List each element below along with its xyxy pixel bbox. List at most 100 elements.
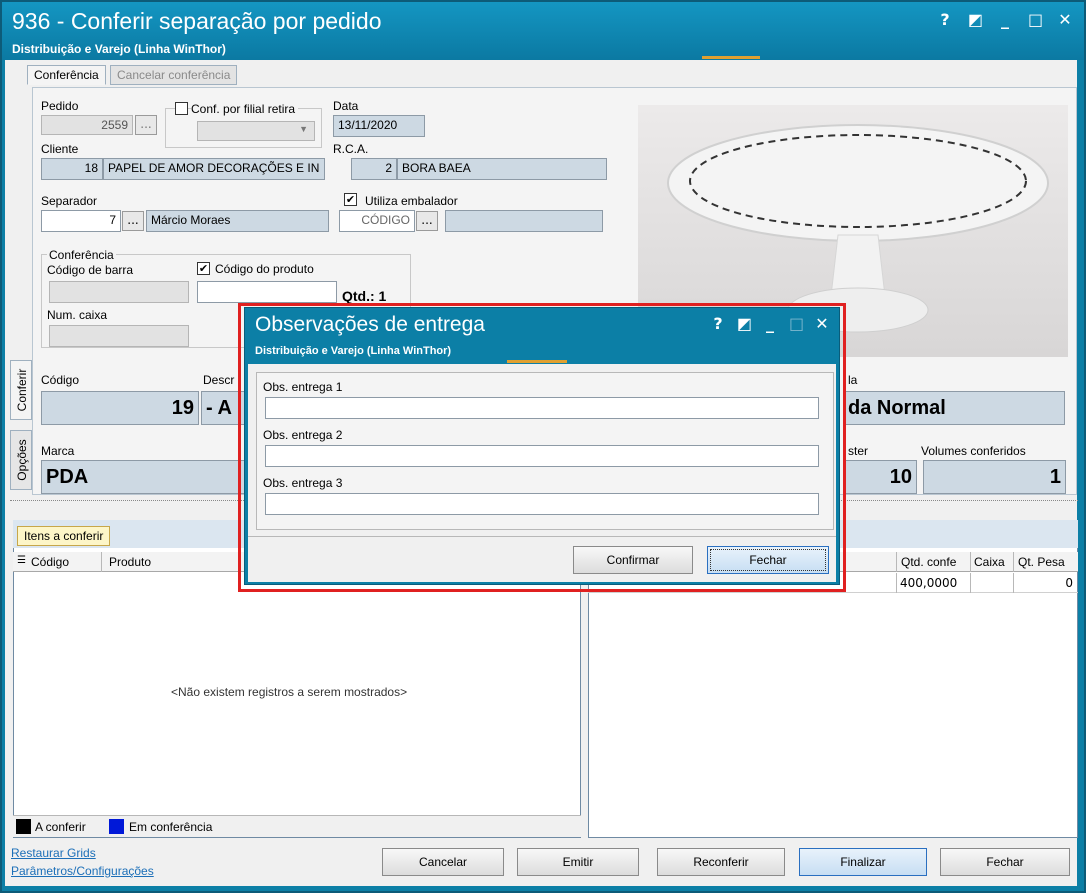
dialog-title: Observações de entrega — [255, 313, 485, 336]
cliente-label: Cliente — [41, 142, 79, 156]
row-qtd-confe: 400,0000 — [900, 576, 958, 590]
obs-2-label: Obs. entrega 2 — [263, 428, 343, 442]
descricao-label: Descr — [203, 373, 235, 387]
window-controls: ? ◩ _ □ ✕ — [938, 10, 1072, 29]
obs-1-label: Obs. entrega 1 — [263, 380, 343, 394]
legend-em-conferencia-label: Em conferência — [129, 820, 213, 834]
pedido-field[interactable]: 2559 — [41, 115, 133, 135]
fechar-button[interactable]: Fechar — [940, 848, 1070, 876]
dialog-accent — [507, 360, 567, 363]
num-caixa-field[interactable] — [49, 325, 189, 347]
utiliza-embalador-checkbox[interactable]: ✔ — [344, 193, 357, 206]
dialog-body: Obs. entrega 1 Obs. entrega 2 Obs. entre… — [248, 364, 836, 582]
separador-name-field[interactable]: Márcio Moraes — [146, 210, 329, 232]
codigo-produto-field[interactable] — [197, 281, 337, 303]
title-accent — [702, 56, 760, 59]
emitir-button[interactable]: Emitir — [517, 848, 639, 876]
obs-3-label: Obs. entrega 3 — [263, 476, 343, 490]
cancelar-button[interactable]: Cancelar — [382, 848, 504, 876]
embalagem-field[interactable]: da Normal — [843, 391, 1065, 425]
separador-code-field[interactable]: 7 — [41, 210, 121, 232]
legend-bar: A conferir Em conferência — [13, 815, 581, 837]
col-codigo[interactable]: Código — [31, 555, 69, 569]
embalador-search-button[interactable]: ... — [416, 211, 438, 231]
dialog-divider — [248, 536, 836, 537]
codigo-produto-checkbox[interactable]: ✔ — [197, 262, 210, 275]
legend-a-conferir-swatch — [16, 819, 31, 834]
observacoes-dialog: Observações de entrega Distribuição e Va… — [244, 307, 840, 585]
dialog-fechar-button[interactable]: Fechar — [707, 546, 829, 574]
data-field[interactable]: 13/11/2020 — [333, 115, 425, 137]
conf-filial-label: Conf. por filial retira — [191, 102, 299, 116]
legend-em-conferencia-swatch — [109, 819, 124, 834]
confirmar-button[interactable]: Confirmar — [573, 546, 693, 574]
embalagem-label: la — [848, 373, 858, 387]
dialog-subtitle: Distribuição e Varejo (Linha WinThor) — [255, 345, 452, 357]
rca-name-field[interactable]: BORA BAEA — [397, 158, 607, 180]
close-icon[interactable]: ✕ — [1058, 10, 1072, 29]
dialog-maximize-icon: □ — [789, 314, 805, 333]
volumes-label: Volumes conferidos — [921, 444, 1026, 458]
dialog-close-icon[interactable]: ✕ — [815, 314, 829, 333]
legend-a-conferir-label: A conferir — [35, 820, 86, 834]
side-tab-conferir-label: Conferir — [15, 368, 29, 412]
codigo-produto-label: Código do produto — [215, 262, 314, 276]
empty-grid-message: <Não existem registros a serem mostrados… — [171, 685, 408, 699]
utiliza-embalador-label: Utiliza embalador — [365, 194, 458, 208]
codigo-barra-field[interactable] — [49, 281, 189, 303]
col-qtd-confe[interactable]: Qtd. confe — [901, 555, 956, 569]
restaurar-grids-link[interactable]: Restaurar Grids — [11, 846, 96, 860]
embalador-code-field[interactable]: CÓDIGO — [339, 210, 415, 232]
parametros-link[interactable]: Parâmetros/Configurações — [11, 864, 154, 878]
cliente-code-field[interactable]: 18 — [41, 158, 103, 180]
data-label: Data — [333, 99, 359, 113]
filial-select[interactable]: ▼ — [197, 121, 315, 141]
col-produto[interactable]: Produto — [109, 555, 151, 569]
qtd-label: Qtd.: 1 — [342, 288, 387, 304]
minimize-icon[interactable]: _ — [998, 10, 1012, 29]
col-caixa[interactable]: Caixa — [974, 555, 1005, 569]
num-caixa-label: Num. caixa — [47, 308, 108, 322]
embalador-name-field[interactable] — [445, 210, 603, 232]
codigo-barra-label: Código de barra — [47, 263, 134, 277]
side-tab-opcoes-label: Opções — [15, 439, 29, 481]
marca-label: Marca — [41, 444, 75, 458]
col-qt-pesa[interactable]: Qt. Pesa — [1018, 555, 1065, 569]
master-field[interactable]: 10 — [843, 460, 917, 494]
dialog-help-icon[interactable]: ? — [711, 314, 725, 333]
side-tab-opcoes[interactable]: Opções — [10, 430, 32, 490]
pedido-search-button[interactable]: ... — [135, 115, 157, 135]
window-title: 936 - Conferir separação por pedido — [12, 8, 382, 34]
conferencia-group-label: Conferência — [47, 248, 116, 262]
dialog-controls: ? ◩ _ □ ✕ — [711, 314, 829, 333]
row-qt-pesa: 0 — [1065, 576, 1073, 590]
separador-search-button[interactable]: ... — [122, 211, 144, 231]
maximize-icon[interactable]: □ — [1028, 10, 1043, 29]
separador-label: Separador — [41, 194, 98, 208]
tab-itens-a-conferir[interactable]: Itens a conferir — [17, 526, 111, 546]
volumes-field[interactable]: 1 — [923, 460, 1066, 494]
pedido-label: Pedido — [41, 99, 79, 113]
obs-2-field[interactable] — [265, 445, 819, 467]
title-bar: 936 - Conferir separação por pedido Dist… — [2, 2, 1084, 60]
dialog-restore-icon[interactable]: ◩ — [737, 314, 752, 333]
marca-field[interactable]: PDA — [41, 460, 251, 494]
restore-icon[interactable]: ◩ — [968, 10, 983, 29]
finalizar-button[interactable]: Finalizar — [799, 848, 927, 876]
obs-1-field[interactable] — [265, 397, 819, 419]
rca-label: R.C.A. — [333, 142, 369, 156]
codigo-field[interactable]: 19 — [41, 391, 199, 425]
window-subtitle: Distribuição e Varejo (Linha WinThor) — [12, 42, 226, 56]
obs-3-field[interactable] — [265, 493, 819, 515]
reconferir-button[interactable]: Reconferir — [657, 848, 785, 876]
master-label: ster — [848, 444, 869, 458]
rca-code-field[interactable]: 2 — [351, 158, 397, 180]
dialog-minimize-icon[interactable]: _ — [763, 314, 777, 333]
tab-cancelar-conferencia[interactable]: Cancelar conferência — [110, 65, 238, 85]
help-icon[interactable]: ? — [938, 10, 952, 29]
side-tab-conferir[interactable]: Conferir — [10, 360, 32, 420]
conf-filial-checkbox[interactable] — [175, 102, 188, 115]
tab-conferencia[interactable]: Conferência — [27, 65, 106, 85]
columns-menu-icon[interactable]: ☰ — [17, 555, 26, 566]
cliente-name-field[interactable]: PAPEL DE AMOR DECORAÇÕES E IN — [103, 158, 325, 180]
